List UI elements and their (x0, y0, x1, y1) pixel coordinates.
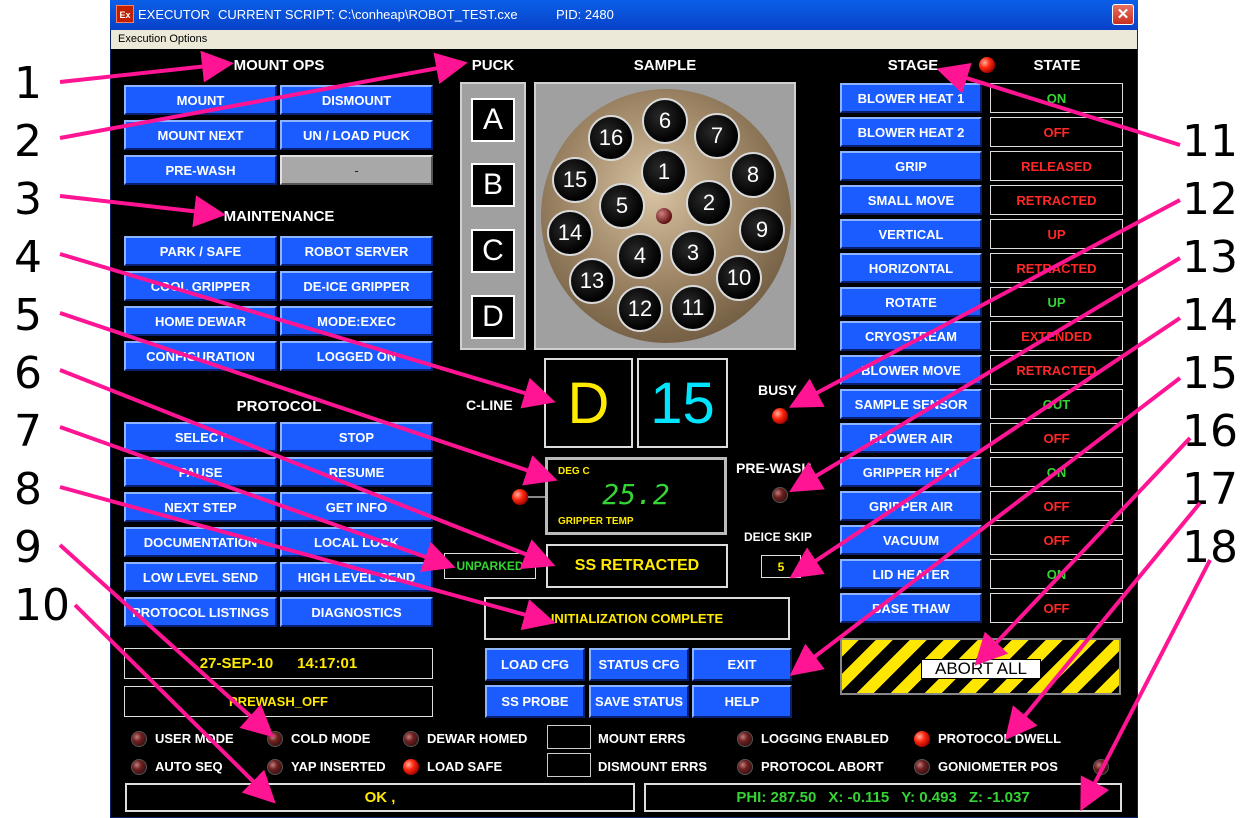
annotation-arrows (58, 50, 1212, 812)
